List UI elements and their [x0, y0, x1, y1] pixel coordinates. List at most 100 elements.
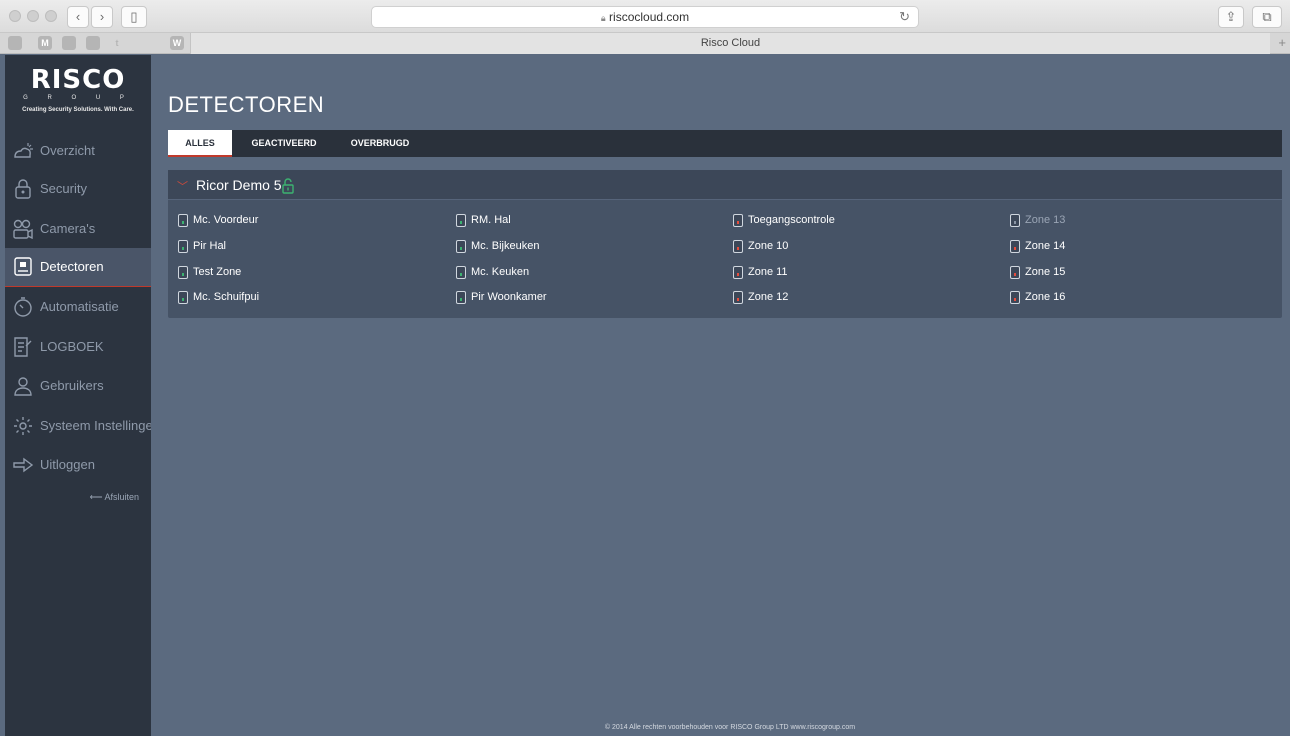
logo-text: RISCO: [30, 65, 126, 95]
logo-wordmark: RISCO: [5, 67, 151, 93]
copyright-footer: © 2014 Alle rechten voorbehouden voor RI…: [604, 724, 856, 731]
sidebar-item-label: Systeem Instellingen: [40, 418, 151, 433]
zone-label: Test Zone: [193, 266, 242, 278]
sidebar-item-detectoren[interactable]: Detectoren: [5, 248, 151, 287]
detector-alarm-icon: [1010, 240, 1020, 253]
browser-tab-title: Risco Cloud: [700, 37, 761, 49]
user-icon: [14, 377, 32, 396]
tabs-overview-icon[interactable]: ⧉: [1252, 6, 1282, 28]
browser-tab[interactable]: Risco Cloud: [190, 33, 1270, 54]
sidebar-item-label: Automatisatie: [40, 299, 119, 314]
partition-name: Ricor Demo 5: [196, 177, 282, 193]
mail-bookmark-icon[interactable]: M: [38, 36, 52, 50]
apple-icon[interactable]: [8, 36, 22, 50]
logbook-icon: [14, 337, 32, 357]
collapse-sidebar-link[interactable]: ⟵ Afsluiten: [5, 492, 139, 503]
risco-logo: RISCO G R O U P Creating Security Soluti…: [5, 55, 151, 129]
instagram-bookmark-icon[interactable]: [86, 36, 100, 50]
detector-icon: [178, 266, 188, 279]
zone-label: Toegangscontrole: [748, 214, 835, 226]
sidebar-item-cameras[interactable]: Camera's: [5, 210, 151, 248]
zone-label: Mc. Voordeur: [193, 214, 259, 226]
bookmarks-and-tabs-bar: M t W Risco Cloud +: [0, 33, 1290, 54]
weather-icon: [14, 143, 33, 158]
tab-geactiveerd[interactable]: GEACTIVEERD: [234, 130, 334, 157]
detector-icon: [14, 257, 32, 276]
gear-icon: [14, 417, 32, 435]
url-text: riscocloud.com: [609, 10, 690, 24]
minimize-window-button[interactable]: [27, 10, 39, 22]
zone-label: Pir Woonkamer: [471, 291, 547, 303]
sidebar-item-label: Overzicht: [40, 143, 95, 158]
sidebar: RISCO G R O U P Creating Security Soluti…: [5, 55, 151, 736]
reload-icon[interactable]: ↻: [899, 7, 910, 27]
detector-alarm-icon: [1010, 266, 1020, 279]
zone-label: Zone 10: [748, 240, 789, 252]
back-icon[interactable]: ‹: [67, 6, 89, 28]
zone-label: Zone 14: [1025, 240, 1066, 252]
lock-icon: 🔒︎: [600, 13, 606, 23]
detector-icon: [456, 214, 466, 227]
zone-label: Zone 15: [1025, 266, 1066, 278]
sidebar-item-label: Security: [40, 181, 87, 196]
sidebar-toggle-icon[interactable]: ▯: [121, 6, 147, 28]
tab-alles[interactable]: ALLES: [168, 130, 232, 157]
sidebar-item-label: Detectoren: [40, 259, 104, 274]
detector-icon: [178, 291, 188, 304]
detector-alarm-icon: [1010, 291, 1020, 304]
detector-icon: [178, 240, 188, 253]
logo-group-text: G R O U P: [23, 95, 133, 101]
zone-label: Zone 11: [748, 266, 788, 278]
tab-overbrugd[interactable]: OVERBRUGD: [340, 130, 420, 157]
detector-icon: [178, 214, 188, 227]
sidebar-item-label: Gebruikers: [40, 378, 104, 393]
zone-label: RM. Hal: [471, 214, 511, 226]
zone-label: Mc. Keuken: [471, 266, 530, 278]
sidebar-item-logboek[interactable]: LOGBOEK: [5, 328, 151, 366]
tumblr-bookmark-icon[interactable]: t: [110, 36, 124, 50]
sidebar-item-label: LOGBOEK: [40, 339, 104, 354]
detector-alarm-icon: [733, 266, 743, 279]
zone-label: Pir Hal: [193, 240, 227, 252]
w-bookmark-icon[interactable]: W: [170, 36, 184, 50]
detector-icon: [456, 266, 466, 279]
partition-header[interactable]: ﹀ Ricor Demo 5: [168, 170, 1282, 200]
detector-alarm-icon: [733, 214, 743, 227]
bookmark-separator-icon: [134, 36, 148, 50]
sidebar-item-security[interactable]: Security: [5, 170, 151, 208]
detector-icon: [456, 240, 466, 253]
browser-toolbar: ‹ › ▯ 🔒︎ riscocloud.com ↻ ⇪ ⧉: [0, 0, 1290, 33]
detector-alarm-icon: [733, 291, 743, 304]
sidebar-item-uitloggen[interactable]: Uitloggen: [5, 446, 151, 484]
timer-icon: [14, 297, 32, 317]
zone-label: Zone 16: [1025, 291, 1066, 303]
detector-alarm-icon: [733, 240, 743, 253]
close-window-button[interactable]: [9, 10, 21, 22]
camera-icon: [13, 219, 33, 239]
sidebar-item-gebruikers[interactable]: Gebruikers: [5, 367, 151, 405]
page-title: DETECTOREN: [168, 92, 325, 117]
sidebar-item-systeem-instellingen[interactable]: Systeem Instellingen: [5, 407, 151, 445]
forward-icon[interactable]: ›: [91, 6, 113, 28]
unlocked-icon: [282, 178, 294, 194]
sidebar-item-label: Uitloggen: [40, 457, 95, 472]
chevron-down-icon[interactable]: ﹀: [177, 178, 188, 194]
filter-tabs: ALLES GEACTIVEERD OVERBRUGD: [168, 130, 1282, 157]
new-tab-icon[interactable]: +: [1278, 35, 1286, 50]
zone-label: Mc. Schuifpui: [193, 291, 260, 303]
logout-icon: [13, 457, 34, 473]
zone-label: Zone 12: [748, 291, 789, 303]
detector-inactive-icon: [1010, 214, 1020, 227]
lock-icon: [15, 179, 31, 199]
facebook-bookmark-icon[interactable]: [62, 36, 76, 50]
zone-label: Zone 13: [1025, 214, 1066, 226]
sidebar-item-automatisatie[interactable]: Automatisatie: [5, 288, 151, 326]
partition-panel: ﹀ Ricor Demo 5 Mc. Voordeur Pir Hal Test…: [168, 170, 1282, 318]
detector-icon: [456, 291, 466, 304]
logo-tagline: Creating Security Solutions. With Care.: [22, 107, 134, 113]
address-bar[interactable]: 🔒︎ riscocloud.com ↻: [371, 6, 919, 28]
sidebar-item-overzicht[interactable]: Overzicht: [5, 132, 151, 170]
share-icon[interactable]: ⇪: [1218, 6, 1244, 28]
zoom-window-button[interactable]: [45, 10, 57, 22]
sidebar-item-label: Camera's: [40, 221, 96, 236]
